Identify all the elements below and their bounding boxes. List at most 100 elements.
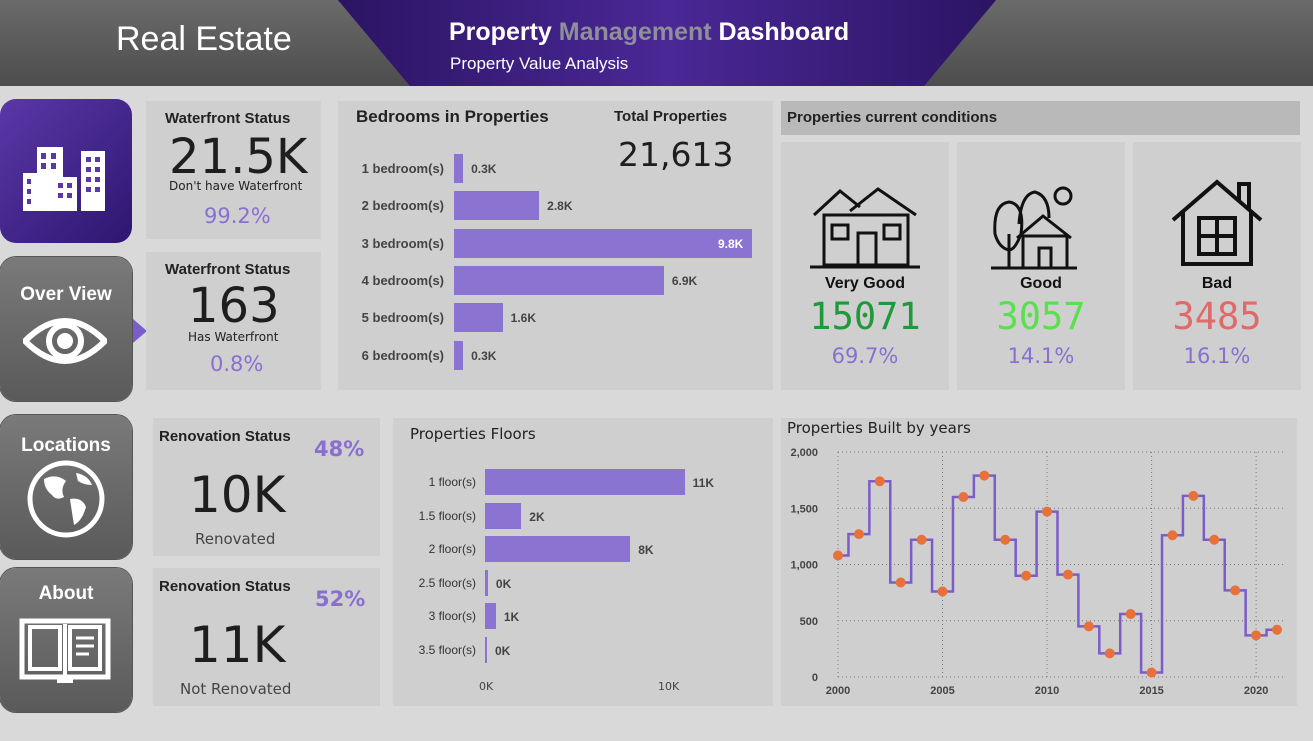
nav-locations-label: Locations	[21, 435, 111, 456]
app-title: Real Estate	[116, 20, 292, 58]
bedroom-bar-value: 0.3K	[471, 348, 497, 363]
data-point[interactable]	[853, 529, 864, 540]
data-point[interactable]	[1125, 609, 1136, 619]
condition-percent: 69.7%	[831, 344, 899, 368]
bedroom-bar[interactable]	[454, 303, 503, 333]
bedroom-bar-value: 6.9K	[671, 273, 698, 288]
data-point[interactable]	[916, 534, 927, 545]
bedroom-bar-value: 1.6K	[510, 311, 536, 326]
floors-axis-end: 10K	[658, 680, 680, 693]
x-tick-label: 2020	[1244, 685, 1268, 697]
waterfront-card-no: Waterfront Status 21.5K Don't have Water…	[146, 101, 321, 239]
renovation-title: Renovation Status	[159, 578, 291, 595]
floor-bar[interactable]	[485, 469, 685, 495]
renovation-caption: Renovated	[195, 530, 276, 548]
data-point[interactable]	[1230, 585, 1241, 596]
data-point[interactable]	[1188, 490, 1199, 501]
data-point[interactable]	[1146, 667, 1157, 678]
bedrooms-card: Bedrooms in Properties Total Properties …	[338, 101, 773, 390]
bedroom-category-label: 4 bedroom(s)	[361, 272, 444, 288]
bedroom-category-label: 1 bedroom(s)	[361, 161, 444, 176]
data-point[interactable]	[937, 586, 948, 597]
floor-bar[interactable]	[485, 603, 496, 629]
data-point[interactable]	[979, 470, 990, 481]
renovation-card-renovated: Renovation Status 48% 10K Renovated	[153, 418, 380, 556]
data-point[interactable]	[1104, 648, 1115, 659]
data-point[interactable]	[1251, 630, 1262, 641]
conditions-title: Properties current conditions	[787, 109, 998, 126]
data-point[interactable]	[1021, 570, 1032, 581]
condition-percent: 14.1%	[1007, 344, 1075, 368]
floor-bar-value: 1K	[503, 610, 520, 624]
data-point[interactable]	[1062, 569, 1073, 580]
floor-bar-value: 11K	[692, 476, 714, 490]
data-point[interactable]	[874, 476, 885, 487]
eye-icon	[23, 318, 107, 364]
condition-percent: 16.1%	[1183, 344, 1251, 368]
data-point[interactable]	[1272, 624, 1282, 635]
condition-name: Very Good	[824, 275, 906, 292]
condition-value: 3057	[996, 295, 1086, 338]
built-years-line-chart: 0 500 1,000 1,500 2,000 2000 2005 2010 2015 2020	[790, 447, 1283, 697]
data-point[interactable]	[1167, 530, 1178, 541]
renovation-caption: Not Renovated	[180, 680, 292, 698]
bedroom-bar[interactable]	[454, 228, 752, 258]
bedroom-category-label: 6 bedroom(s)	[361, 347, 444, 363]
nav-overview-label: Over View	[20, 284, 112, 305]
bedroom-category-label: 3 bedroom(s)	[361, 235, 444, 251]
nav-active-indicator	[133, 319, 147, 343]
bedroom-bar[interactable]	[454, 340, 464, 370]
floor-bar-value: 2K	[529, 509, 545, 524]
globe-icon	[27, 460, 105, 538]
bedroom-bar[interactable]	[454, 154, 464, 183]
waterfront-title: Waterfront Status	[165, 261, 291, 278]
condition-card-good: Good 3057 14.1%	[957, 142, 1125, 390]
bedroom-bar-value: 2.8K	[547, 199, 573, 214]
waterfront-no-percent: 99.2%	[204, 204, 271, 228]
x-tick-label: 2000	[826, 685, 850, 697]
floor-bar-value: 0K	[495, 643, 511, 658]
data-point[interactable]	[833, 550, 843, 561]
floor-bar[interactable]	[485, 569, 488, 596]
floor-bar[interactable]	[485, 636, 487, 663]
y-tick-label: 2,000	[790, 447, 818, 459]
floors-bar-chart: 1 floor(s) 11K 1.5 floor(s) 2K 2 floor(s) 8K 2…	[393, 418, 773, 706]
waterfront-no-value: 21.5K	[169, 129, 308, 185]
nav-home-button[interactable]	[0, 99, 132, 243]
y-tick-label: 1,000	[790, 560, 818, 572]
condition-name: Good	[1020, 275, 1062, 292]
renovation-percent: 52%	[315, 587, 366, 611]
home-icon	[1171, 179, 1263, 266]
built-years-card: Properties Built by years 0 500 1,000 1,500…	[781, 418, 1297, 706]
floor-category-label: 3.5 floor(s)	[418, 642, 476, 657]
bedroom-bar-value: 0.3K	[471, 162, 497, 176]
data-point[interactable]	[1000, 534, 1011, 545]
condition-card-very-good: Very Good 15071 69.7%	[781, 142, 949, 390]
bedroom-category-label: 5 bedroom(s)	[361, 310, 444, 326]
book-icon	[19, 618, 111, 683]
data-point[interactable]	[1042, 506, 1053, 517]
renovation-value: 10K	[189, 466, 286, 524]
bedrooms-bar-chart: 1 bedroom(s) 0.3K 2 bedroom(s) 2.8K 3 bedroo…	[338, 101, 773, 390]
floor-bar[interactable]	[485, 502, 522, 529]
floor-bar-value: 0K	[495, 576, 512, 591]
data-point[interactable]	[1209, 534, 1220, 545]
data-point[interactable]	[958, 492, 969, 502]
bedroom-bar[interactable]	[454, 265, 664, 295]
nav-locations-button[interactable]: Locations	[0, 415, 132, 559]
nav-overview-button[interactable]: Over View	[0, 257, 132, 401]
data-point[interactable]	[895, 577, 906, 588]
dashboard-subtitle: Property Value Analysis	[450, 54, 629, 73]
nav-about-button[interactable]: About	[0, 568, 132, 712]
renovation-card-not-renovated: Renovation Status 52% 11K Not Renovated	[153, 568, 380, 706]
bedroom-bar[interactable]	[454, 191, 540, 221]
data-point[interactable]	[1083, 621, 1094, 632]
renovation-value: 11K	[189, 616, 286, 674]
x-tick-label: 2015	[1139, 685, 1163, 697]
floor-category-label: 3 floor(s)	[428, 609, 476, 623]
condition-value: 15071	[809, 295, 921, 338]
house-icon	[810, 187, 920, 269]
waterfront-yes-percent: 0.8%	[210, 352, 264, 376]
floor-bar[interactable]	[485, 536, 631, 562]
renovation-percent: 48%	[314, 437, 365, 461]
